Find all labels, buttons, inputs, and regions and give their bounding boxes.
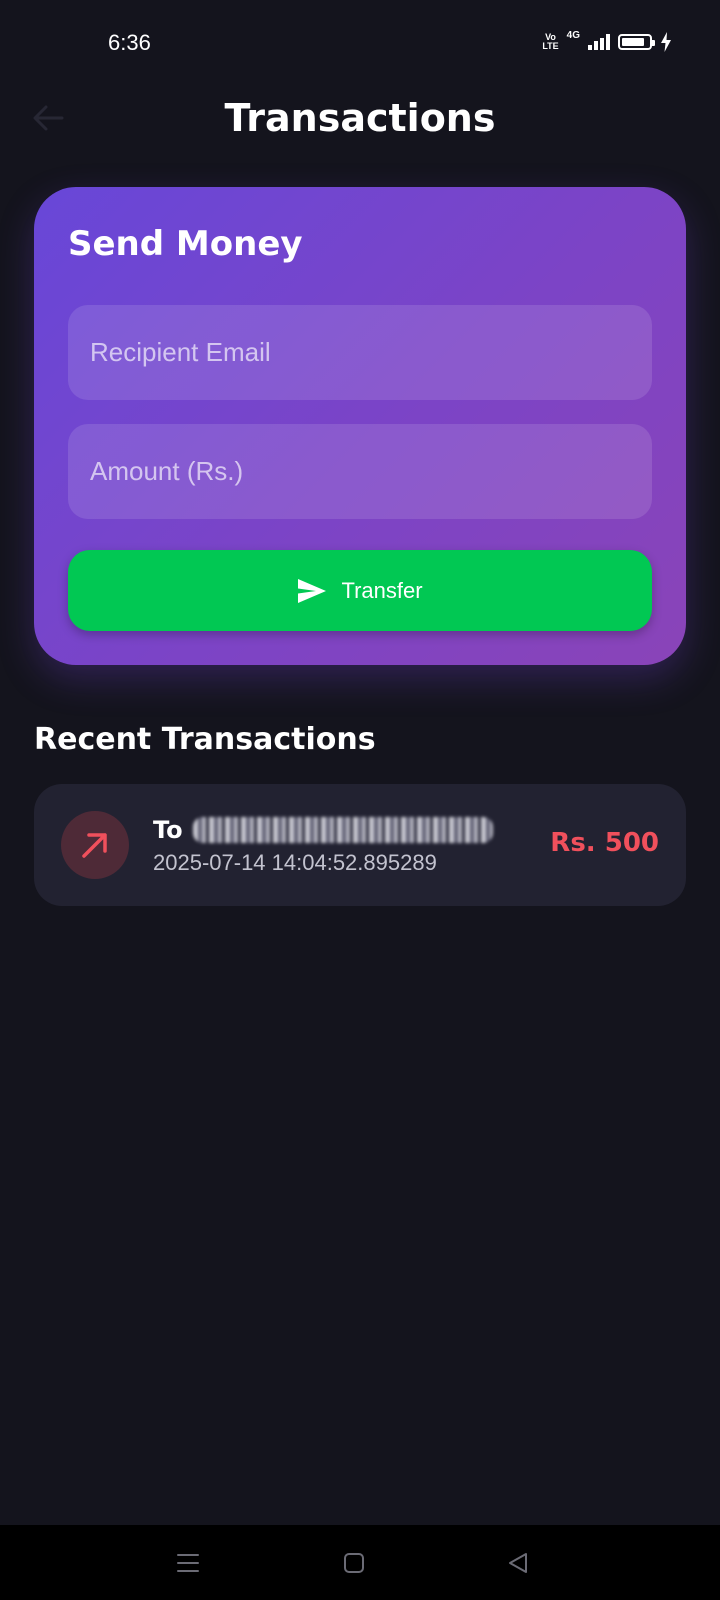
send-money-title: Send Money — [68, 224, 303, 264]
redacted-recipient-email — [192, 817, 493, 843]
transactions-screen: 6:36 Vo LTE 4G Transactions Send Money R… — [0, 0, 720, 1600]
transaction-timestamp: 2025-07-14 14:04:52.895289 — [153, 850, 437, 875]
arrow-up-right-icon — [82, 833, 107, 858]
recipient-email-placeholder: Recipient Email — [90, 337, 271, 367]
signal-strength-icon — [588, 34, 610, 50]
square-home-icon — [344, 1553, 364, 1573]
charging-bolt-icon — [661, 32, 671, 52]
status-time: 6:36 — [108, 30, 151, 55]
transaction-recipient: To — [153, 816, 493, 844]
recipient-email-field[interactable]: Recipient Email — [68, 305, 652, 400]
battery-level-fill — [622, 38, 645, 46]
status-icons: Vo LTE 4G — [542, 30, 672, 52]
menu-icon — [177, 1554, 199, 1572]
volte-icon: Vo LTE — [542, 32, 559, 51]
send-icon — [298, 578, 327, 603]
battery-icon — [618, 34, 655, 50]
page-title: Transactions — [224, 96, 496, 140]
status-bar: 6:36 Vo LTE 4G — [0, 0, 720, 90]
transaction-amount: Rs. 500 — [550, 828, 659, 858]
transaction-title-prefix: To — [153, 816, 183, 844]
outgoing-transaction-badge — [61, 811, 129, 879]
amount-placeholder: Amount (Rs.) — [90, 456, 244, 486]
triangle-back-icon — [509, 1553, 527, 1573]
send-money-card: Send Money Recipient Email Amount (Rs.) … — [34, 187, 686, 665]
transfer-label: Transfer — [341, 577, 423, 603]
system-navigation-bar — [0, 1525, 720, 1600]
system-back-button[interactable] — [498, 1543, 538, 1583]
transaction-list-item[interactable]: To 2025-07-14 14:04:52.895289 Rs. 500 — [34, 784, 686, 906]
recent-transactions-title: Recent Transactions — [34, 722, 376, 757]
home-button[interactable] — [334, 1543, 374, 1583]
amount-field[interactable]: Amount (Rs.) — [68, 424, 652, 519]
network-type-label: 4G — [566, 30, 580, 41]
transfer-button[interactable]: Transfer — [68, 550, 652, 631]
recent-apps-button[interactable] — [168, 1543, 208, 1583]
